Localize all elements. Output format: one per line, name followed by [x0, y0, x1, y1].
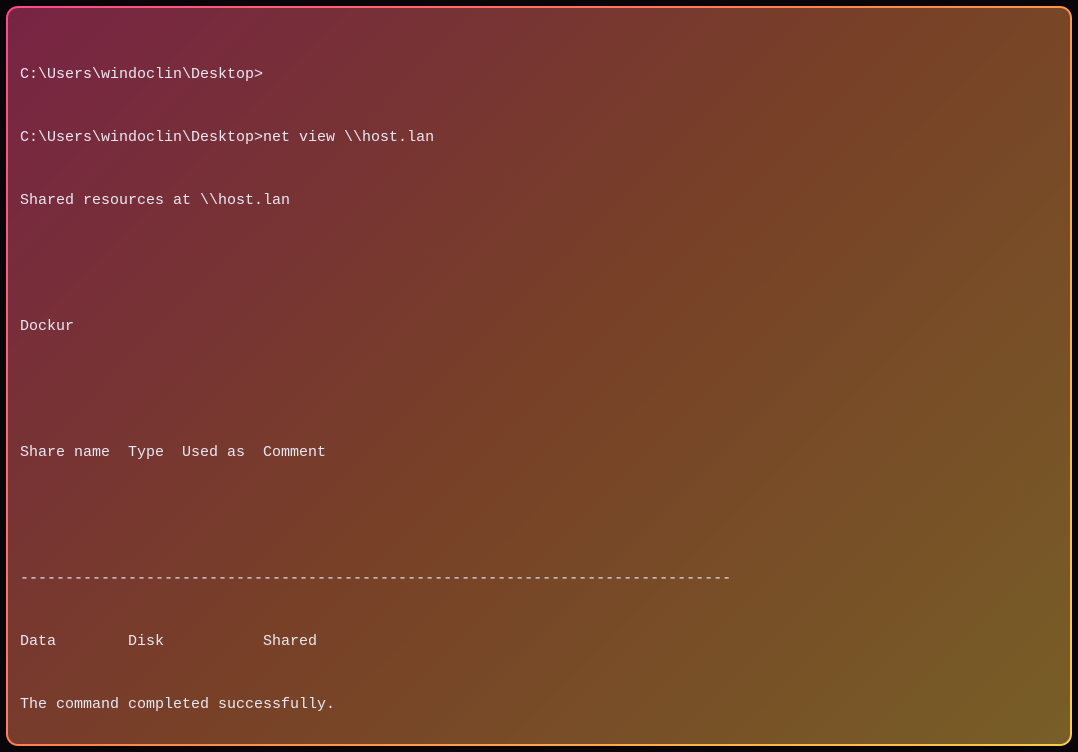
terminal-line [20, 379, 1058, 400]
terminal-line [20, 253, 1058, 274]
terminal-line: ----------------------------------------… [20, 568, 1058, 589]
terminal-line [20, 505, 1058, 526]
terminal-line: Share name Type Used as Comment [20, 442, 1058, 463]
terminal-line: Dockur [20, 316, 1058, 337]
terminal-line: Data Disk Shared [20, 631, 1058, 652]
terminal-line: C:\Users\windoclin\Desktop>net view \\ho… [20, 127, 1058, 148]
terminal-line: Shared resources at \\host.lan [20, 190, 1058, 211]
terminal-line: The command completed successfully. [20, 694, 1058, 715]
terminal-line: C:\Users\windoclin\Desktop> [20, 64, 1058, 85]
terminal-window[interactable]: C:\Users\windoclin\Desktop> C:\Users\win… [6, 6, 1072, 746]
